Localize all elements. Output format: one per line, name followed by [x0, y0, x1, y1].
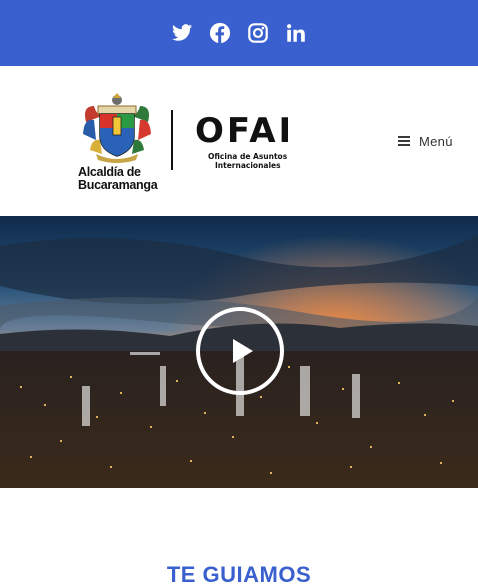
linkedin-link[interactable] [282, 19, 310, 47]
play-icon [233, 339, 253, 363]
brand-subtitle-line1: Oficina de Asuntos [208, 152, 288, 161]
org-name-line2: Bucaramanga [78, 178, 158, 192]
brand-name: OFAI [195, 111, 295, 151]
linkedin-icon [287, 24, 305, 42]
brand-subtitle-line2: Internacionales [215, 161, 281, 170]
instagram-icon [248, 23, 268, 43]
org-name-line1: Alcaldía de [78, 165, 141, 179]
section-title: TE GUIAMOS [166, 562, 312, 587]
hero-video[interactable] [0, 216, 478, 488]
logo-divider [171, 110, 173, 170]
site-logo-link[interactable]: Alcaldía de Bucaramanga OFAI Oficina de … [74, 88, 306, 196]
twitter-icon [171, 24, 193, 41]
hamburger-icon [398, 136, 410, 146]
top-social-bar [0, 0, 478, 66]
twitter-link[interactable] [168, 19, 196, 47]
facebook-icon [209, 22, 231, 44]
menu-label: Menú [419, 133, 453, 149]
menu-toggle-button[interactable]: Menú [398, 132, 453, 150]
facebook-link[interactable] [206, 19, 234, 47]
site-header: Alcaldía de Bucaramanga OFAI Oficina de … [0, 66, 478, 216]
video-play-button[interactable] [196, 307, 284, 395]
instagram-link[interactable] [244, 19, 272, 47]
coat-of-arms-logo [83, 93, 151, 163]
